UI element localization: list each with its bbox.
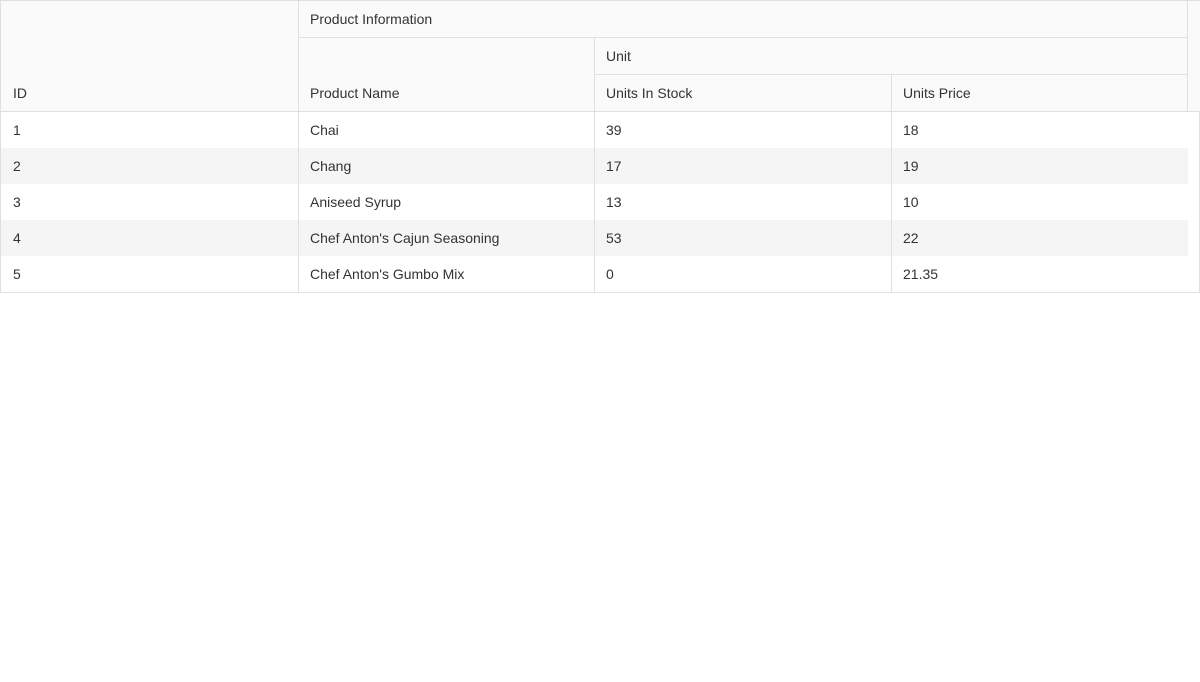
scrollbar-gutter — [1188, 1, 1200, 111]
cell-text: 13 — [606, 194, 622, 210]
cell-product-name: Chef Anton's Gumbo Mix — [298, 256, 594, 292]
cell-text: 1 — [13, 122, 21, 138]
cell-text: 18 — [903, 122, 919, 138]
cell-product-name: Chang — [298, 148, 594, 184]
cell-units-price: 21.35 — [891, 256, 1187, 292]
cell-units-in-stock: 39 — [594, 112, 891, 148]
cell-units-price: 18 — [891, 112, 1187, 148]
cell-text: 10 — [903, 194, 919, 210]
cell-text: 2 — [13, 158, 21, 174]
cell-text: Chang — [310, 158, 352, 174]
cell-text: 3 — [13, 194, 21, 210]
column-header-label: Units Price — [903, 85, 971, 101]
cell-units-in-stock: 13 — [594, 184, 891, 220]
cell-units-price: 10 — [891, 184, 1187, 220]
cell-id: 5 — [1, 256, 298, 292]
data-grid: Product Information Unit ID Product Name… — [0, 0, 1200, 293]
cell-text: 0 — [606, 266, 614, 282]
cell-id: 1 — [1, 112, 298, 148]
cell-text: Chef Anton's Gumbo Mix — [310, 266, 465, 282]
cell-id: 4 — [1, 220, 298, 256]
column-header-label: Units In Stock — [606, 85, 693, 101]
cell-text: 22 — [903, 230, 919, 246]
column-header-units-in-stock[interactable]: Units In Stock — [594, 75, 891, 111]
cell-units-in-stock: 53 — [594, 220, 891, 256]
cell-text: 53 — [606, 230, 622, 246]
cell-text: 39 — [606, 122, 622, 138]
column-header-label: Product Name — [310, 85, 400, 101]
column-divider — [1187, 1, 1188, 111]
cell-units-in-stock: 17 — [594, 148, 891, 184]
cell-id: 3 — [1, 184, 298, 220]
cell-units-price: 22 — [891, 220, 1187, 256]
cell-text: Chai — [310, 122, 339, 138]
cell-text: 4 — [13, 230, 21, 246]
column-divider — [891, 112, 892, 292]
header-group-label: Product Information — [310, 11, 433, 27]
column-header-id[interactable]: ID — [1, 75, 298, 111]
cell-text: 5 — [13, 266, 21, 282]
cell-id: 2 — [1, 148, 298, 184]
cell-text: Chef Anton's Cajun Seasoning — [310, 230, 500, 246]
cell-units-price: 19 — [891, 148, 1187, 184]
cell-units-in-stock: 0 — [594, 256, 891, 292]
column-header-product-name[interactable]: Product Name — [298, 75, 594, 111]
cell-product-name: Chef Anton's Cajun Seasoning — [298, 220, 594, 256]
cell-text: 21.35 — [903, 266, 939, 282]
cell-text: 17 — [606, 158, 622, 174]
header-group-product-information[interactable]: Product Information — [298, 1, 1187, 37]
column-divider — [594, 112, 595, 292]
cell-text: Aniseed Syrup — [310, 194, 402, 210]
cell-product-name: Chai — [298, 112, 594, 148]
column-header-label: ID — [13, 85, 27, 101]
column-divider — [298, 112, 299, 292]
header-group-unit[interactable]: Unit — [594, 38, 1187, 74]
cell-text: 19 — [903, 158, 919, 174]
column-header-units-price[interactable]: Units Price — [891, 75, 1187, 111]
header-subgroup-label: Unit — [606, 48, 631, 64]
cell-product-name: Aniseed Syrup — [298, 184, 594, 220]
